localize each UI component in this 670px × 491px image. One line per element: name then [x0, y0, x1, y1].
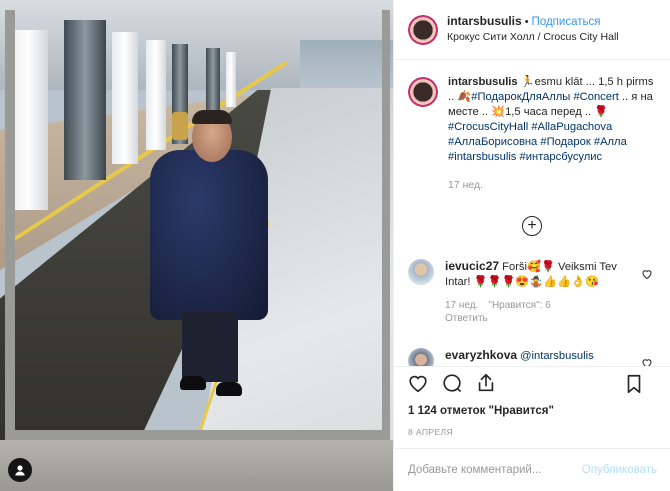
hashtag-link[interactable]: #intarsbusulis	[448, 151, 516, 163]
hashtag-link[interactable]: #ПодарокДляАллы	[471, 91, 570, 103]
comment-avatar[interactable]	[408, 259, 434, 285]
action-bar	[394, 366, 670, 398]
comment-item: evaryzhkova @intarsbusulis	[408, 348, 658, 366]
comment-avatar[interactable]	[408, 348, 434, 366]
hashtag-link[interactable]: #AllaPugachova	[531, 121, 612, 133]
comment-username[interactable]: ievucic27	[445, 259, 499, 273]
hashtag-link[interactable]: #Алла	[594, 136, 627, 148]
user-icon	[15, 465, 25, 476]
comment-likes[interactable]: "Нравится": 6	[488, 300, 550, 311]
comment-body[interactable]: @intarsbusulis	[517, 350, 594, 362]
load-more-comments-button[interactable]: +	[522, 216, 542, 236]
comment-text: ievucic27 Forši🥰🌹 Veiksmi Tev Intar! 🌹🌹🌹…	[445, 259, 630, 290]
location-link[interactable]: Крокус Сити Холл / Crocus City Hall	[447, 30, 619, 45]
separator-dot: •	[524, 16, 529, 28]
comment-username[interactable]: evaryzhkova	[445, 348, 517, 362]
caption-username[interactable]: intarsbusulis	[448, 76, 518, 88]
comment-like-heart-icon[interactable]	[641, 357, 653, 366]
share-icon[interactable]	[475, 372, 497, 394]
hashtag-link[interactable]: #Concert	[573, 91, 618, 103]
caption-text: intarsbusulis 🏃esmu klāt ... 1,5 h pirms…	[448, 75, 657, 165]
post-date[interactable]: 8 АПРЕЛЯ	[408, 427, 453, 437]
photo-mirror-frame	[5, 10, 390, 440]
photo-pavement	[0, 440, 393, 491]
caption-avatar[interactable]	[408, 77, 438, 107]
hashtag-link[interactable]: #CrocusCityHall	[448, 121, 528, 133]
caption-time[interactable]: 17 нед.	[448, 178, 657, 193]
comment-like-heart-icon[interactable]	[641, 268, 653, 280]
heart-icon[interactable]	[407, 372, 429, 394]
comment-time[interactable]: 17 нед.	[445, 300, 478, 311]
author-avatar[interactable]	[408, 14, 438, 45]
add-comment-bar: Добавьте комментарий... Опубликовать	[394, 448, 670, 491]
post-header: intarsbusulis • Подписаться Крокус Сити Хо…	[394, 0, 670, 60]
publish-button[interactable]: Опубликовать	[582, 464, 657, 476]
post-side-panel: intarsbusulis • Подписаться Крокус Сити Хо…	[393, 0, 670, 491]
caption: intarsbusulis 🏃esmu klāt ... 1,5 h pirms…	[394, 61, 670, 193]
bookmark-icon[interactable]	[623, 373, 645, 395]
comment-icon[interactable]	[441, 372, 463, 394]
comment-meta: 17 нед. "Нравится": 6 Ответить	[445, 299, 630, 325]
follow-button[interactable]: Подписаться	[532, 16, 601, 28]
tagged-user-badge[interactable]	[8, 458, 32, 482]
hashtag-link[interactable]: #интарсбусулис	[520, 151, 603, 163]
post-photo[interactable]	[0, 0, 393, 491]
comment-text: evaryzhkova @intarsbusulis	[445, 348, 630, 364]
author-username[interactable]: intarsbusulis	[447, 14, 522, 28]
hashtag-link[interactable]: #АллаБорисовна	[448, 136, 537, 148]
comment-input[interactable]: Добавьте комментарий...	[408, 464, 582, 476]
likes-count[interactable]: 1 124 отметок "Нравится"	[408, 405, 554, 417]
reply-button[interactable]: Ответить	[445, 313, 488, 324]
hashtag-link[interactable]: #Подарок	[540, 136, 590, 148]
comments-scroll-area[interactable]: intarsbusulis 🏃esmu klāt ... 1,5 h pirms…	[394, 61, 670, 366]
comment-item: ievucic27 Forši🥰🌹 Veiksmi Tev Intar! 🌹🌹🌹…	[408, 259, 658, 325]
instagram-post-view: intarsbusulis • Подписаться Крокус Сити Хо…	[0, 0, 670, 491]
